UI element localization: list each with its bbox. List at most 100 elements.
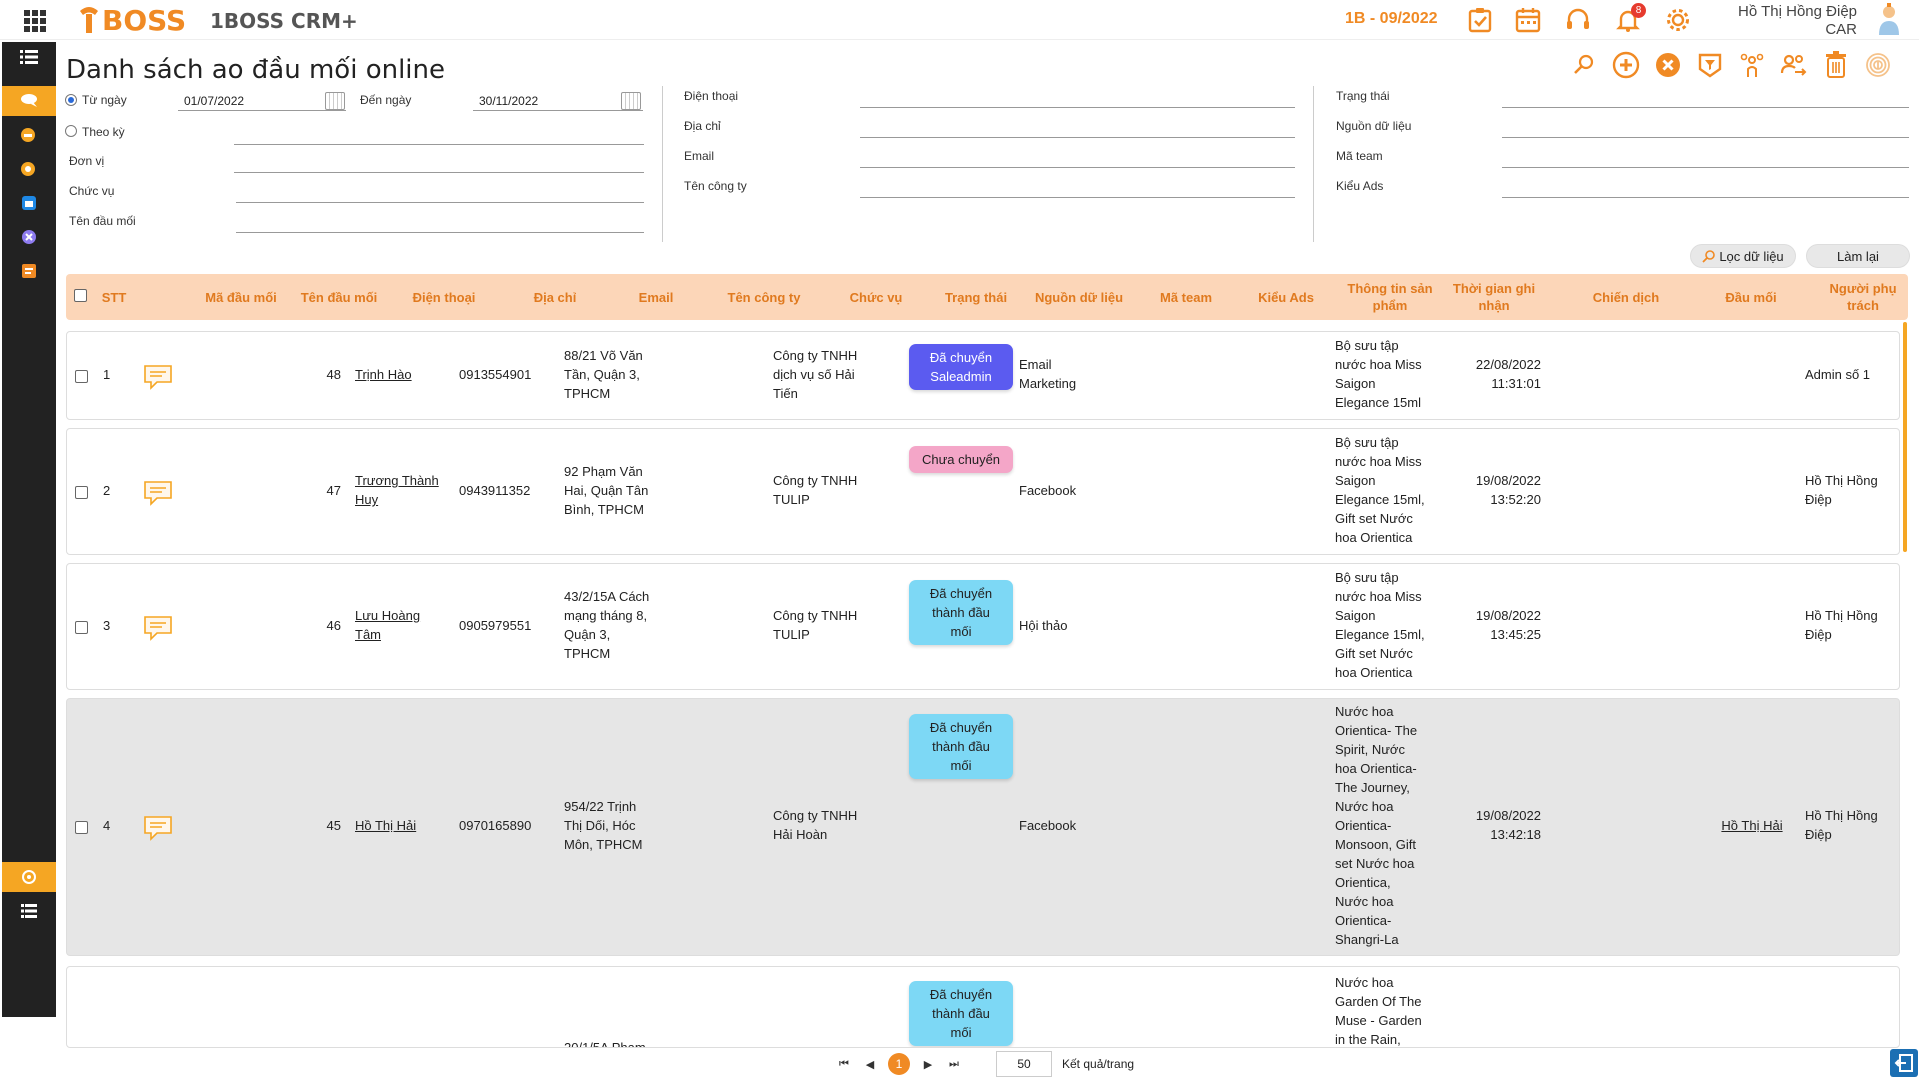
row-name[interactable]: Lưu Hoàng Tâm — [355, 606, 445, 644]
company-input[interactable] — [860, 178, 1295, 198]
header-team[interactable]: Mã team — [1136, 274, 1236, 320]
sidebar-item-list[interactable] — [2, 896, 56, 926]
header-product[interactable]: Thông tin sản phẩm — [1332, 274, 1448, 320]
sidebar-menu-list-icon[interactable] — [2, 42, 56, 72]
status-select[interactable] — [1502, 88, 1909, 108]
header-ads[interactable]: Kiểu Ads — [1236, 274, 1336, 320]
to-date-input[interactable]: 30/11/2022 — [473, 91, 643, 111]
page-size-select[interactable]: 50 — [996, 1051, 1052, 1077]
row-checkbox[interactable] — [75, 486, 88, 499]
row-company-line: TULIP — [773, 627, 810, 642]
apps-grid-icon[interactable] — [24, 10, 46, 32]
header-name[interactable]: Tên đầu mối — [284, 274, 394, 320]
brand-logo[interactable]: BOSS — [76, 3, 187, 37]
trash-icon[interactable] — [1821, 50, 1851, 80]
status-badge: Đã chuyển Saleadmin — [909, 344, 1013, 390]
settings-gear-icon[interactable] — [1664, 6, 1692, 34]
row-name[interactable]: Trịnh Hào — [355, 365, 445, 384]
headset-support-icon[interactable] — [1564, 6, 1592, 34]
row-phone: 0913554901 — [459, 366, 532, 382]
header-stt[interactable]: STT — [94, 274, 134, 320]
table-row[interactable]: 4 45 Hồ Thị Hải 0970165890 954/22 Trịnh Thị D… — [66, 698, 1900, 956]
row-name[interactable]: Trương Thành Huy — [355, 471, 445, 509]
row-checkbox[interactable] — [75, 621, 88, 634]
ads-input[interactable] — [1502, 178, 1909, 198]
sidebar-item-reports[interactable] — [2, 256, 56, 286]
unit-select[interactable] — [234, 153, 644, 173]
header-code[interactable]: Mã đầu mối — [186, 274, 296, 320]
comment-icon[interactable] — [143, 364, 173, 390]
team-input[interactable] — [1502, 148, 1909, 168]
table-scrollbar[interactable] — [1903, 322, 1907, 552]
header-phone[interactable]: Điện thoại — [394, 274, 494, 320]
last-page-icon[interactable]: ⏭ — [946, 1058, 962, 1071]
phone-input[interactable] — [860, 88, 1295, 108]
task-check-icon[interactable] — [1466, 6, 1494, 34]
header-position[interactable]: Chức vụ — [826, 274, 926, 320]
to-date-calendar-icon[interactable] — [621, 92, 641, 110]
transfer-users-icon[interactable] — [1779, 50, 1809, 80]
period-radio[interactable] — [65, 125, 77, 137]
add-circle-icon[interactable] — [1611, 50, 1641, 80]
row-name-line: Hồ Thị Hải — [355, 817, 417, 833]
filter-shield-icon[interactable] — [1695, 50, 1725, 80]
from-date-calendar-icon[interactable] — [325, 92, 345, 110]
logo-text: BOSS — [102, 3, 187, 37]
delete-circle-icon[interactable] — [1653, 50, 1683, 80]
comment-icon[interactable] — [143, 815, 173, 841]
row-name[interactable]: Hồ Thị Hải — [355, 816, 445, 835]
status-badge: Chưa chuyển — [909, 446, 1013, 473]
select-all-checkbox[interactable] — [74, 289, 87, 302]
table-row[interactable]: 3 46 Lưu Hoàng Tâm 0905979551 43/2/15A Cách mạ… — [66, 563, 1900, 690]
sidebar-item-marketing[interactable] — [2, 120, 56, 150]
current-page[interactable]: 1 — [888, 1053, 910, 1075]
source-select[interactable] — [1502, 118, 1909, 138]
header-source[interactable]: Nguồn dữ liệu — [1024, 274, 1134, 320]
sidebar-item-settings[interactable] — [2, 862, 56, 892]
table-row[interactable]: 1 48 Trịnh Hào 0913554901 88/21 Võ Văn Tần, Q… — [66, 331, 1900, 420]
sidebar-item-calendar[interactable] — [2, 188, 56, 218]
address-input[interactable] — [860, 118, 1295, 138]
sidebar-item-chat[interactable] — [2, 154, 56, 184]
from-date-input[interactable]: 01/07/2022 — [178, 91, 346, 111]
table-row[interactable]: 2 47 Trương Thành Huy 0943911352 92 Phạm Văn H… — [66, 428, 1900, 555]
notification-bell-icon[interactable]: 8 — [1614, 3, 1646, 34]
sidebar-item-online-leads[interactable] — [2, 86, 56, 116]
row-address-line: 43/2/15A Cách — [564, 589, 650, 604]
reset-button[interactable]: Làm lại — [1806, 244, 1910, 268]
header-address[interactable]: Địa chỉ — [500, 274, 610, 320]
user-avatar[interactable] — [1875, 3, 1903, 37]
next-page-icon[interactable]: ▶ — [920, 1058, 936, 1071]
lead-name-input[interactable] — [236, 213, 644, 233]
header-owner[interactable]: Người phụ trách — [1818, 274, 1908, 320]
header-campaign[interactable]: Chiến dịch — [1566, 274, 1686, 320]
calendar-icon[interactable] — [1514, 6, 1542, 34]
exit-icon[interactable] — [1890, 1049, 1918, 1077]
first-page-icon[interactable]: ⏮ — [836, 1058, 852, 1071]
filter-data-button[interactable]: Lọc dữ liệu — [1690, 244, 1796, 268]
comment-icon[interactable] — [143, 615, 173, 641]
header-company[interactable]: Tên công ty — [704, 274, 824, 320]
header-email[interactable]: Email — [616, 274, 696, 320]
comment-icon[interactable] — [143, 480, 173, 506]
sidebar-item-tools[interactable] — [2, 222, 56, 252]
prev-page-icon[interactable]: ◀ — [862, 1058, 878, 1071]
position-input[interactable] — [236, 183, 644, 203]
row-checkbox[interactable] — [75, 370, 88, 383]
row-lead[interactable]: Hồ Thị Hải — [1697, 816, 1807, 835]
team-assign-icon[interactable] — [1737, 50, 1767, 80]
fingerprint-icon[interactable] — [1863, 50, 1893, 80]
period-selector[interactable]: 1B - 09/2022 — [1345, 10, 1438, 28]
row-checkbox[interactable] — [75, 821, 88, 834]
header-status[interactable]: Trạng thái — [926, 274, 1026, 320]
header-lead[interactable]: Đầu mối — [1696, 274, 1806, 320]
search-icon[interactable] — [1569, 50, 1599, 80]
row-company-line: Công ty TNHH — [773, 473, 858, 488]
email-input[interactable] — [860, 148, 1295, 168]
header-product-line2: phẩm — [1372, 298, 1408, 313]
table-row[interactable]: 20/1/5A Pham Đã chuyển thành đầu mối Nước ho… — [66, 966, 1900, 1048]
user-info[interactable]: Hồ Thị Hồng Điệp CAR — [1738, 3, 1857, 39]
header-time[interactable]: Thời gian ghi nhận — [1442, 274, 1546, 320]
period-select[interactable] — [234, 125, 644, 145]
from-date-radio[interactable] — [65, 94, 77, 106]
